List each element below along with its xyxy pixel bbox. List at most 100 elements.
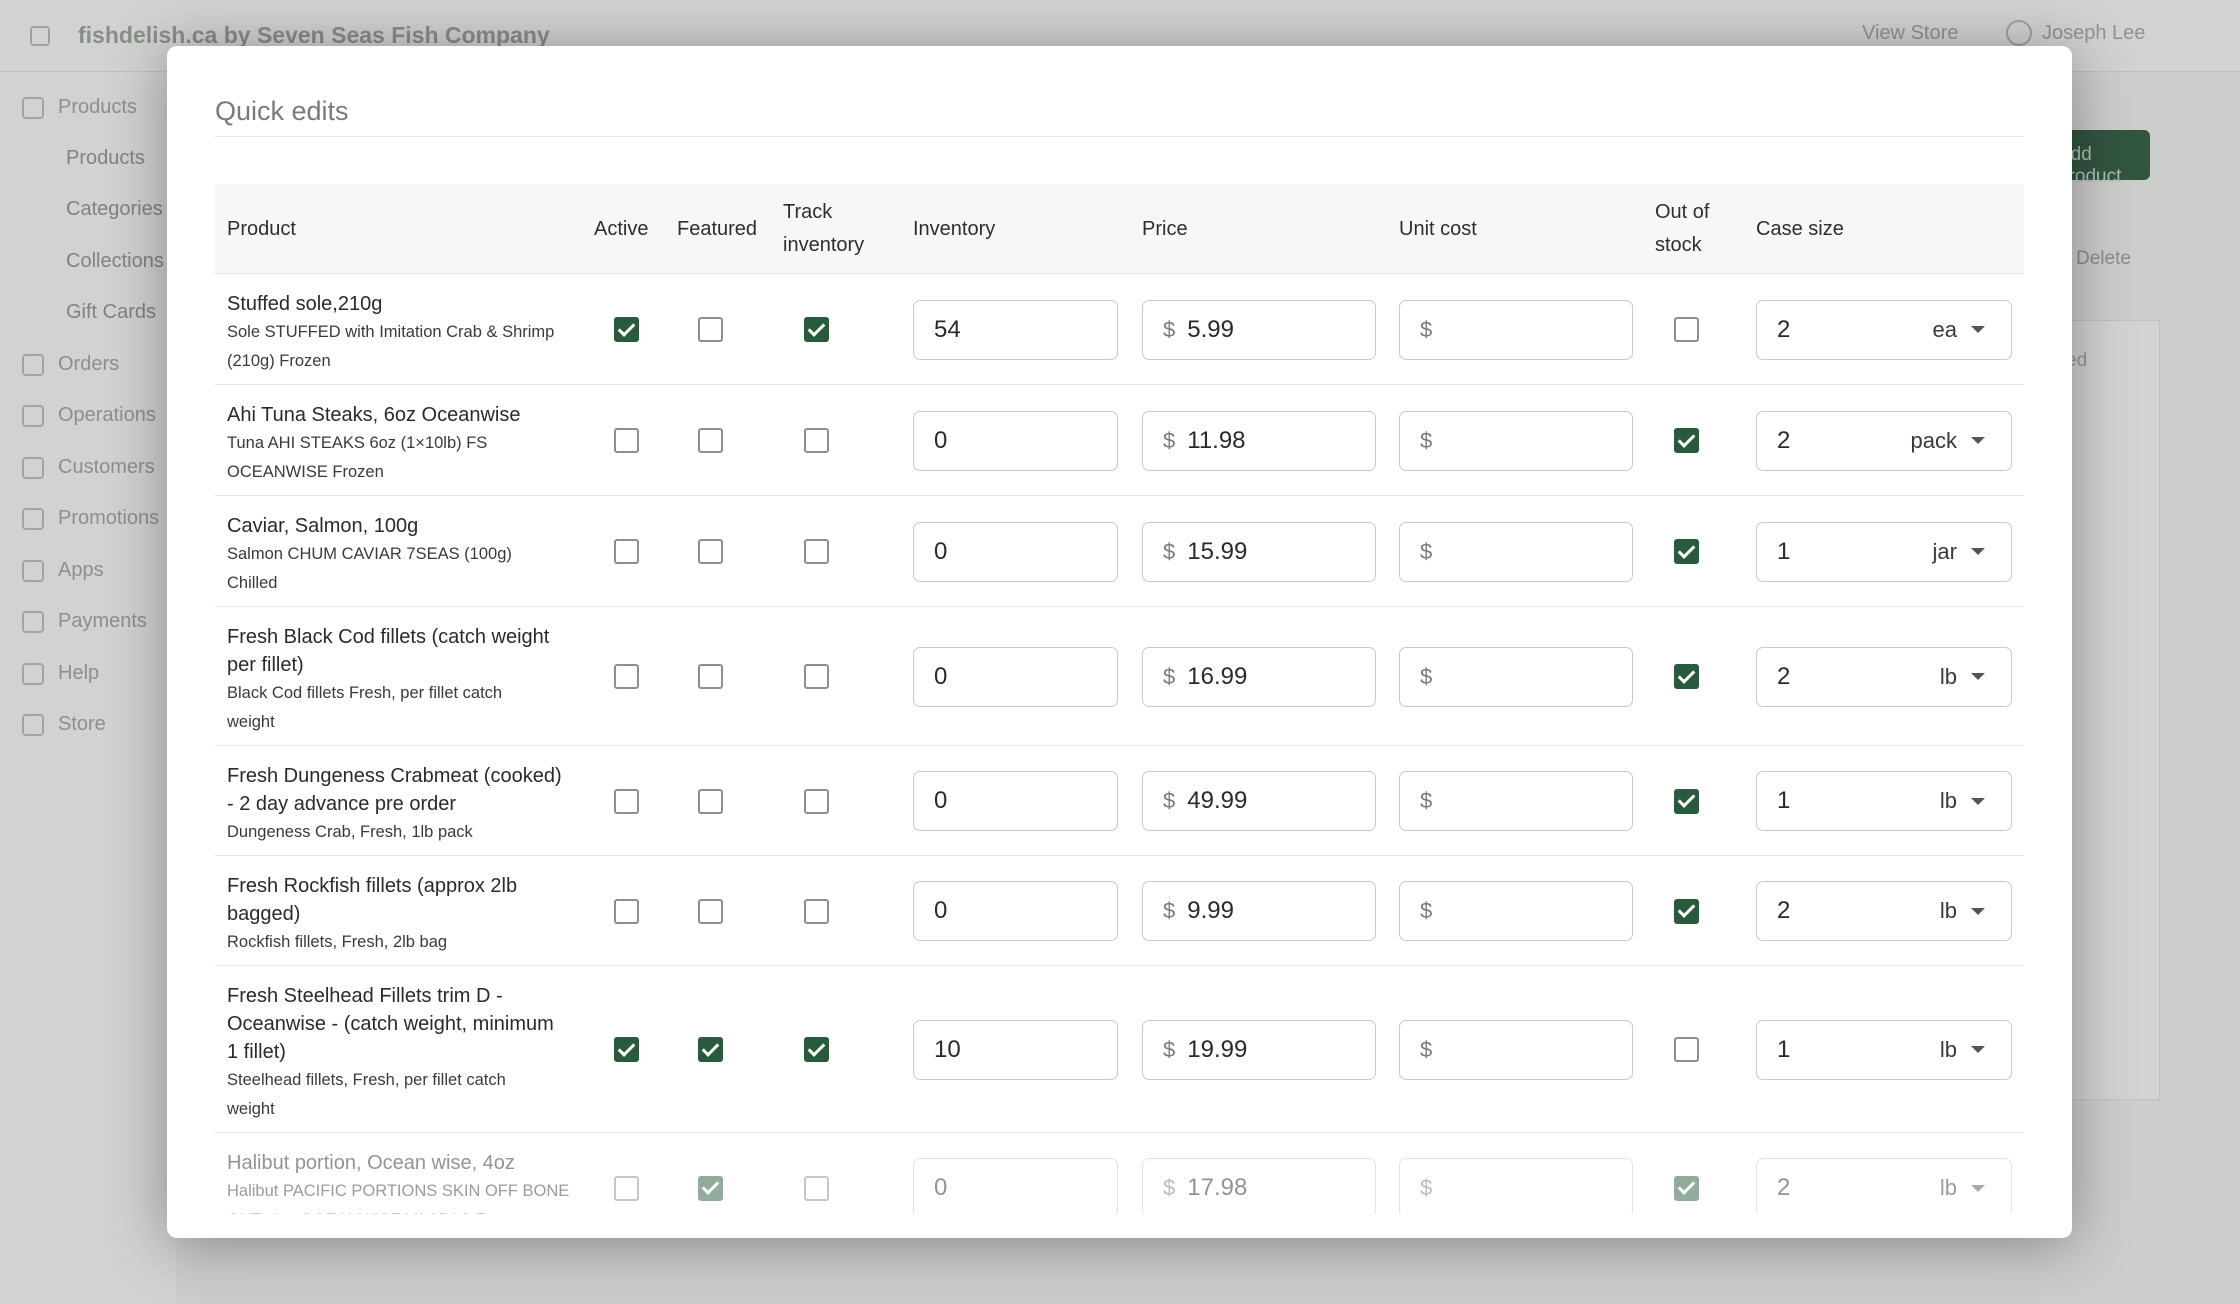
inventory-input[interactable]: 0: [913, 1158, 1118, 1214]
case-size-select[interactable]: 1 lb: [1756, 771, 2012, 831]
out-of-stock-checkbox[interactable]: [1674, 1037, 1699, 1062]
active-checkbox[interactable]: [614, 1037, 639, 1062]
unit-cost-input[interactable]: $: [1399, 771, 1633, 831]
featured-checkbox[interactable]: [698, 428, 723, 453]
chevron-down-icon[interactable]: [1971, 797, 1985, 805]
currency-symbol: $: [1163, 316, 1176, 342]
unit-cost-input[interactable]: $: [1399, 410, 1633, 471]
inventory-input[interactable]: 54: [913, 299, 1118, 360]
track-inventory-checkbox[interactable]: [804, 539, 829, 564]
case-size-select[interactable]: 2 lb: [1756, 646, 2012, 707]
out-of-stock-checkbox[interactable]: [1674, 788, 1699, 814]
case-size-select[interactable]: 2 ea: [1756, 299, 2012, 360]
track-inventory-checkbox[interactable]: [804, 428, 829, 453]
currency-symbol: $: [1420, 1036, 1433, 1062]
track-inventory-checkbox[interactable]: [804, 788, 829, 814]
price-input[interactable]: $5.99: [1142, 299, 1376, 360]
product-description: weight: [227, 1100, 275, 1118]
out-of-stock-checkbox[interactable]: [1674, 317, 1699, 342]
inventory-input[interactable]: 0: [913, 521, 1118, 582]
featured-checkbox[interactable]: [698, 788, 723, 814]
featured-checkbox[interactable]: [698, 664, 723, 689]
track-inventory-checkbox[interactable]: [804, 317, 829, 342]
price-value: 9.99: [1187, 897, 1234, 924]
chevron-down-icon[interactable]: [1971, 1184, 1985, 1192]
unit-cost-input[interactable]: $: [1399, 881, 1633, 941]
product-name: Fresh Rockfish fillets (approx 2lb: [227, 875, 518, 897]
col-active: Active: [594, 217, 649, 240]
price-value: 5.99: [1187, 315, 1234, 343]
chevron-down-icon[interactable]: [1971, 548, 1985, 555]
featured-checkbox[interactable]: [698, 539, 723, 564]
inventory-input[interactable]: 0: [913, 410, 1118, 471]
case-size-quantity: 2: [1777, 897, 1791, 924]
col-price: Price: [1142, 217, 1188, 240]
price-input[interactable]: $17.98: [1142, 1158, 1376, 1214]
track-inventory-checkbox[interactable]: [804, 898, 829, 924]
chevron-down-icon[interactable]: [1971, 907, 1985, 915]
out-of-stock-checkbox[interactable]: [1674, 539, 1699, 564]
active-checkbox[interactable]: [614, 664, 639, 689]
active-checkbox[interactable]: [614, 898, 639, 924]
col-out-of-stock-line1: Out of: [1655, 201, 1710, 223]
case-size-select[interactable]: 2 lb: [1756, 881, 2012, 941]
case-size-select[interactable]: 1 lb: [1756, 1019, 2012, 1080]
case-size-unit: lb: [1939, 1175, 1957, 1200]
case-size-select[interactable]: 2 lb: [1756, 1158, 2012, 1214]
unit-cost-input[interactable]: $: [1399, 521, 1633, 582]
price-input[interactable]: $19.99: [1142, 1019, 1376, 1080]
active-checkbox[interactable]: [614, 428, 639, 453]
track-inventory-checkbox[interactable]: [804, 1037, 829, 1062]
divider: [215, 136, 2024, 137]
currency-symbol: $: [1420, 1175, 1433, 1200]
product-cell: Fresh Steelhead Fillets trim D - Oceanwis…: [227, 982, 592, 1124]
inventory-input[interactable]: 0: [913, 646, 1118, 707]
product-cell: Halibut portion, Ocean wise, 4oz Halibut …: [227, 1149, 592, 1214]
inventory-input[interactable]: 0: [913, 771, 1118, 831]
product-description: (210g) Frozen: [227, 352, 331, 370]
currency-symbol: $: [1420, 788, 1433, 813]
currency-symbol: $: [1420, 663, 1433, 689]
out-of-stock-checkbox[interactable]: [1674, 1175, 1699, 1201]
currency-symbol: $: [1163, 538, 1176, 564]
table-header: Product Active Featured Track inventory …: [215, 184, 2024, 274]
col-out-of-stock: Out of stock: [1655, 184, 1709, 274]
price-value: 15.99: [1187, 537, 1248, 565]
featured-checkbox[interactable]: [698, 317, 723, 342]
inventory-input[interactable]: 0: [913, 881, 1118, 941]
unit-cost-input[interactable]: $: [1399, 299, 1633, 360]
active-checkbox[interactable]: [614, 1175, 639, 1201]
chevron-down-icon[interactable]: [1971, 326, 1985, 333]
product-description: Tuna AHI STEAKS 6oz (1×10lb) FS: [227, 434, 488, 452]
track-inventory-checkbox[interactable]: [804, 1175, 829, 1201]
featured-checkbox[interactable]: [698, 1175, 723, 1201]
track-inventory-checkbox[interactable]: [804, 664, 829, 689]
featured-checkbox[interactable]: [698, 1037, 723, 1062]
case-size-quantity: 2: [1777, 426, 1791, 454]
price-input[interactable]: $9.99: [1142, 881, 1376, 941]
out-of-stock-checkbox[interactable]: [1674, 898, 1699, 924]
price-value: 19.99: [1187, 1035, 1248, 1063]
inventory-input[interactable]: 10: [913, 1019, 1118, 1080]
price-input[interactable]: $15.99: [1142, 521, 1376, 582]
col-featured: Featured: [677, 217, 758, 240]
unit-cost-input[interactable]: $: [1399, 646, 1633, 707]
unit-cost-input[interactable]: $: [1399, 1158, 1633, 1214]
chevron-down-icon[interactable]: [1971, 437, 1985, 444]
out-of-stock-checkbox[interactable]: [1674, 664, 1699, 689]
featured-checkbox[interactable]: [698, 898, 723, 924]
active-checkbox[interactable]: [614, 788, 639, 814]
price-input[interactable]: $16.99: [1142, 646, 1376, 707]
active-checkbox[interactable]: [614, 317, 639, 342]
price-input[interactable]: $11.98: [1142, 410, 1376, 471]
price-input[interactable]: $49.99: [1142, 771, 1376, 831]
unit-cost-input[interactable]: $: [1399, 1019, 1633, 1080]
chevron-down-icon[interactable]: [1971, 1046, 1985, 1053]
active-checkbox[interactable]: [614, 539, 639, 564]
chevron-down-icon[interactable]: [1971, 673, 1985, 680]
case-size-select[interactable]: 1 jar: [1756, 521, 2012, 582]
out-of-stock-checkbox[interactable]: [1674, 428, 1699, 453]
product-cell: Fresh Dungeness Crabmeat (cooked) - 2 day…: [227, 762, 592, 847]
product-name: - 2 day advance pre order: [227, 793, 457, 815]
case-size-select[interactable]: 2 pack: [1756, 410, 2012, 471]
